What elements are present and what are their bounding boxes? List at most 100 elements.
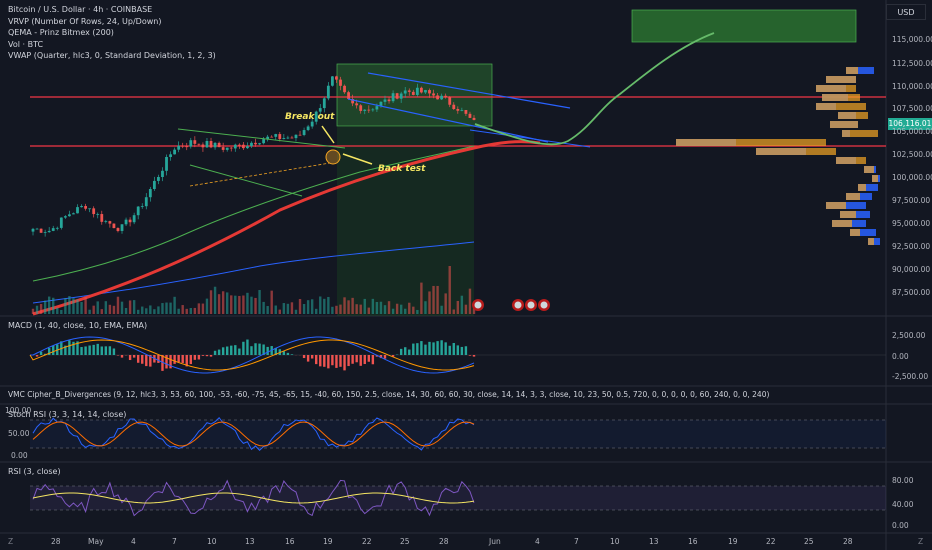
date-tick: 25	[400, 537, 410, 546]
indicator-qema[interactable]: QEMA - Prinz Bitmex (200)	[8, 27, 216, 39]
candle-body	[420, 87, 423, 93]
volume-bar	[153, 309, 156, 314]
date-tick: 25	[804, 537, 814, 546]
macd-histogram-bar	[96, 343, 99, 355]
volume-bar	[258, 290, 261, 314]
volume-bar	[132, 300, 136, 314]
macd-histogram-bar	[250, 346, 253, 355]
macd-histogram-bar	[177, 355, 180, 363]
candle-body	[173, 149, 177, 155]
volume-bar	[128, 300, 132, 314]
candle-body	[367, 109, 371, 111]
volume-bar	[355, 304, 358, 314]
volume-bar	[39, 303, 43, 314]
volume-bar	[456, 300, 460, 314]
macd-histogram-bar	[145, 355, 148, 367]
candle-body	[395, 93, 399, 99]
macd-histogram-bar	[319, 355, 322, 367]
macd-histogram-bar	[80, 347, 83, 355]
candle-body	[250, 142, 253, 147]
volume-bar	[286, 303, 290, 314]
candle-body	[286, 137, 290, 139]
volume-bar	[193, 307, 197, 314]
currency-button[interactable]: USD	[886, 4, 926, 20]
macd-histogram-bar	[468, 355, 472, 356]
volume-bar	[185, 308, 188, 314]
candle-body	[403, 90, 407, 94]
indicator-vrvp[interactable]: VRVP (Number Of Rows, 24, Up/Down)	[8, 16, 216, 28]
rsi-label[interactable]: RSI (3, close)	[8, 467, 61, 476]
macd-histogram-bar	[258, 343, 261, 355]
candle-body	[225, 147, 229, 150]
candle-body	[302, 130, 306, 135]
macd-histogram-bar	[189, 355, 192, 365]
volume-bar	[436, 285, 439, 314]
macd-histogram-bar	[266, 346, 269, 355]
volume-bar	[136, 309, 140, 314]
macd-histogram-bar	[351, 355, 354, 364]
candle-body	[407, 90, 411, 92]
candle-body	[246, 146, 249, 149]
candle-body	[391, 93, 395, 102]
candle-body	[233, 144, 237, 149]
candle-body	[428, 90, 431, 94]
volume-bar	[209, 290, 213, 314]
volume-bar	[213, 286, 217, 314]
macd-histogram-bar	[335, 355, 338, 368]
macd-histogram-bar	[181, 355, 184, 363]
volume-bar	[468, 288, 472, 314]
macd-histogram-bar	[230, 345, 233, 355]
candle-body	[415, 87, 419, 95]
candle-body	[72, 213, 75, 215]
volume-bar	[420, 282, 423, 314]
candle-body	[104, 221, 108, 222]
macd-histogram-bar	[286, 352, 290, 355]
volume-profile-up	[846, 193, 860, 200]
macd-histogram-bar	[363, 355, 366, 365]
trading-chart[interactable]	[0, 0, 932, 550]
candle-body	[399, 93, 403, 99]
candle-body	[136, 206, 140, 216]
candle-body	[322, 98, 326, 109]
candle-body	[63, 216, 67, 218]
price-tick: 97,500.00	[892, 196, 931, 205]
candle-body	[440, 95, 444, 100]
symbol-title[interactable]: Bitcoin / U.S. Dollar · 4h · COINBASE	[8, 4, 216, 16]
indicator-volume[interactable]: Vol · BTC	[8, 39, 216, 51]
volume-profile-up	[816, 85, 856, 92]
candle-body	[298, 134, 302, 136]
volume-bar	[294, 309, 298, 314]
candle-body	[448, 97, 452, 105]
volume-bar	[323, 298, 326, 314]
candle-body	[411, 91, 415, 95]
macd-histogram-bar	[92, 344, 95, 355]
macd-histogram-bar	[339, 355, 342, 367]
candle-body	[335, 76, 338, 80]
candle-body	[132, 215, 136, 223]
volume-bar	[302, 303, 306, 314]
date-tick: 19	[728, 537, 738, 546]
volume-bar	[169, 302, 172, 314]
volume-bar	[351, 297, 354, 314]
macd-histogram-bar	[371, 355, 375, 365]
volume-bar	[124, 307, 128, 314]
date-tick: 10	[207, 537, 217, 546]
volume-bar	[173, 296, 176, 314]
volume-bar	[47, 296, 51, 314]
volume-bar	[88, 309, 91, 314]
timezone-left[interactable]: Z	[8, 537, 13, 546]
macd-histogram-bar	[197, 355, 201, 360]
macd-histogram-bar	[331, 355, 334, 366]
vmc-label[interactable]: VMC Cipher_B_Divergences (9, 12, hlc3, 3…	[8, 390, 769, 399]
chart-header: Bitcoin / U.S. Dollar · 4h · COINBASE VR…	[8, 4, 216, 62]
candle-body	[43, 232, 47, 233]
macd-histogram-bar	[464, 346, 468, 355]
indicator-vwap[interactable]: VWAP (Quarter, hlc3, 0, Standard Deviati…	[8, 50, 216, 62]
rsi-tick: 40.00	[892, 500, 914, 509]
date-tick: 13	[245, 537, 255, 546]
macd-label[interactable]: MACD (1, 40, close, 10, EMA, EMA)	[8, 321, 147, 330]
candle-body	[262, 139, 266, 144]
timezone-right[interactable]: Z	[918, 537, 923, 546]
macd-histogram-bar	[128, 355, 132, 361]
macd-histogram-bar	[306, 355, 310, 362]
